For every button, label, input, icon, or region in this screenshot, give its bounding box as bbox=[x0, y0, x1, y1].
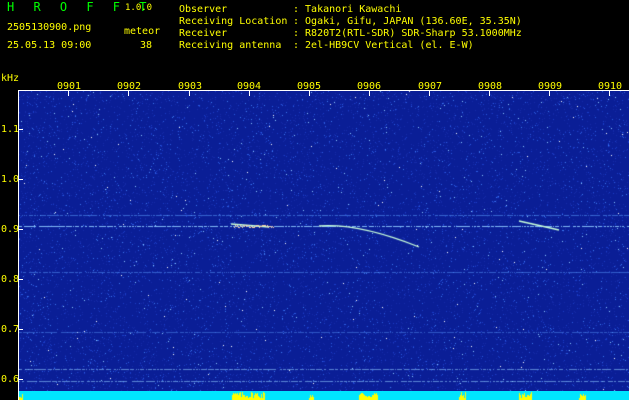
plot-axes bbox=[18, 90, 629, 400]
